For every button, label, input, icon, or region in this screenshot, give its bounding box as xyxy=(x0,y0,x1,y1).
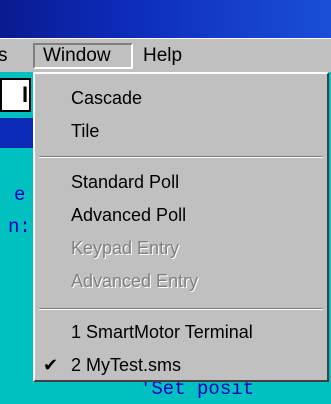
menu-window[interactable]: Window xyxy=(33,43,133,69)
editor-tab-strip xyxy=(0,118,35,148)
toolbar-field[interactable]: I xyxy=(0,78,31,112)
menu-item-window-2[interactable]: 2 MyTest.sms xyxy=(71,351,181,379)
toolbar-field-text: I xyxy=(22,82,29,107)
menu-item-advanced-poll[interactable]: Advanced Poll xyxy=(71,201,186,229)
menu-separator xyxy=(39,156,323,158)
code-text-2: n: xyxy=(8,216,31,238)
menu-separator xyxy=(39,308,323,310)
code-text-1: e xyxy=(14,184,26,206)
menu-item-advanced-entry: Advanced Entry xyxy=(71,271,199,291)
menu-item-keypad-entry: Keypad Entry xyxy=(71,238,180,258)
title-bar xyxy=(0,0,331,38)
menu-file-partial[interactable]: s xyxy=(0,43,16,69)
window-menu-dropdown: Cascade Tile Standard Poll Advanced Poll… xyxy=(33,72,329,382)
menu-bar: s Window Help xyxy=(0,38,331,73)
menu-item-standard-poll[interactable]: Standard Poll xyxy=(71,168,179,196)
menu-help[interactable]: Help xyxy=(137,43,188,69)
menu-item-window-1[interactable]: 1 SmartMotor Terminal xyxy=(71,318,253,346)
menu-item-tile[interactable]: Tile xyxy=(71,117,99,145)
app-window: s Window Help I e n: 'Set posit Cascade … xyxy=(0,0,331,404)
menu-item-cascade[interactable]: Cascade xyxy=(71,84,142,112)
checkmark-icon: ✔ xyxy=(43,355,59,375)
